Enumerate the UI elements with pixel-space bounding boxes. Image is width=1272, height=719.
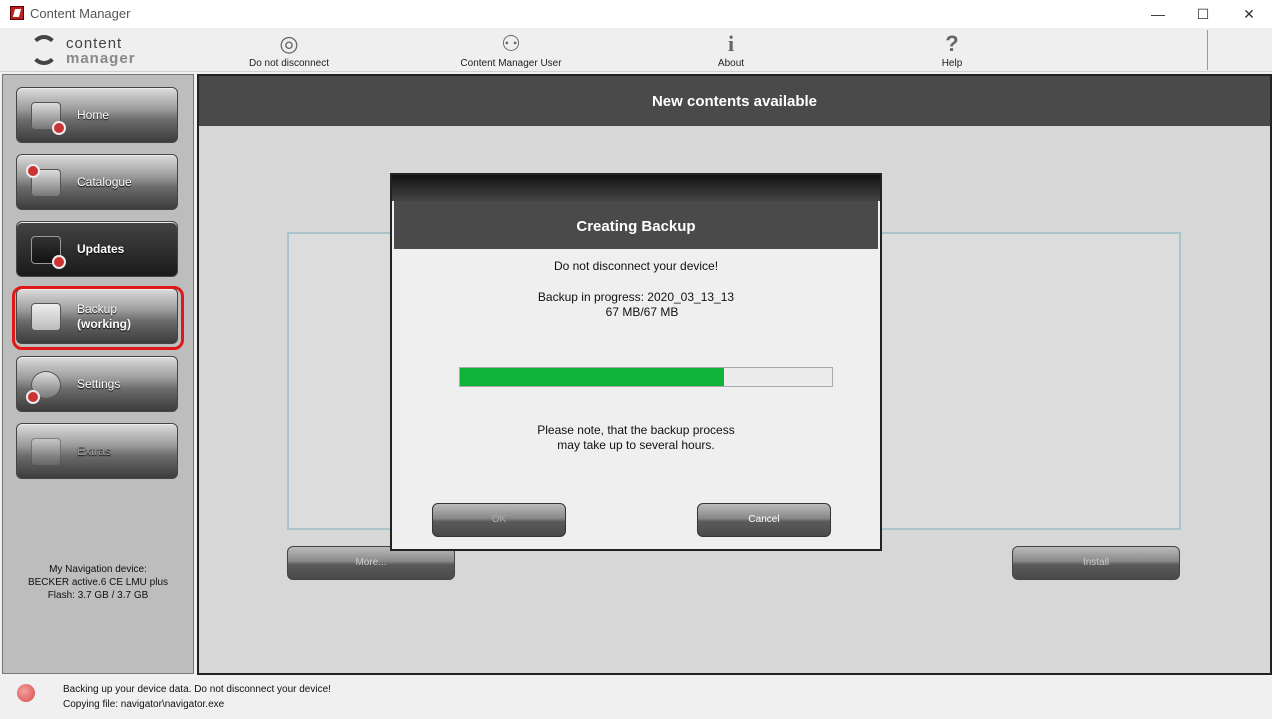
backup-progress-bar [459,367,833,387]
dialog-title: Creating Backup [394,201,878,249]
dialog-note-line2: may take up to several hours. [557,438,715,452]
backup-progress-size: 67 MB/67 MB [605,305,679,319]
help-icon: ? [945,31,959,56]
user-icon: ⚇ [501,31,521,56]
content-manager-user-button[interactable]: ⚇ Content Manager User [452,30,570,72]
sidebar-item-extras[interactable]: Extras [16,423,178,479]
sidebar-item-catalogue[interactable]: Catalogue [16,154,178,210]
more-button[interactable]: More... [287,546,455,580]
extras-star-icon [31,438,61,466]
help-label: Help [941,58,963,69]
window-title: Content Manager [30,6,131,21]
page-title: New contents available [199,76,1270,126]
progress-fill [460,368,725,386]
sidebar-item-label: Updates [77,242,125,256]
sidebar-item-settings[interactable]: Settings [16,356,178,412]
sidebar-item-label: Settings [77,377,121,391]
sidebar: Home Catalogue Updates Backup (working) … [2,74,194,674]
info-icon: i [727,31,735,56]
do-not-disconnect-button[interactable]: ◎ Do not disconnect [238,30,340,72]
dialog-top-bar [392,175,880,201]
install-button[interactable]: Install [1012,546,1180,580]
creating-backup-dialog: Creating Backup Do not disconnect your d… [390,173,882,551]
sidebar-item-label: Home [77,108,110,122]
app-icon [10,6,24,20]
cancel-button[interactable]: Cancel [697,503,831,537]
dialog-warning: Do not disconnect your device! [553,259,719,273]
maximize-button[interactable]: ☐ [1180,0,1226,28]
status-indicator-icon [17,684,35,702]
toolbar-divider [1207,30,1208,70]
status-bar: Backing up your device data. Do not disc… [0,676,1272,719]
device-flash: Flash: 3.7 GB / 3.7 GB [47,590,149,601]
about-label: About [717,58,745,69]
catalogue-icon [26,164,61,197]
sidebar-item-label: Catalogue [77,175,132,189]
content-manager-logo: content manager [30,33,140,69]
logo-refresh-icon [30,35,58,65]
settings-gear-icon [26,371,61,404]
disconnect-icon: ◎ [279,31,299,56]
backup-progress-label: Backup in progress: 2020_03_13_13 [537,290,735,304]
home-icon [31,102,66,135]
do-not-disconnect-label: Do not disconnect [248,58,330,69]
ok-button[interactable]: OK [432,503,566,537]
close-button[interactable]: ✕ [1226,0,1272,28]
device-heading: My Navigation device: [49,564,147,575]
top-toolbar: content manager ◎ Do not disconnect ⚇ Co… [0,28,1272,72]
sidebar-item-label: Extras [77,444,112,458]
minimize-button[interactable]: — [1135,0,1181,28]
updates-icon [31,236,66,269]
content-manager-user-label: Content Manager User [460,58,562,69]
logo-text-bottom: manager [66,50,136,67]
sidebar-item-updates[interactable]: Updates [16,221,178,277]
about-button[interactable]: i About [705,30,757,72]
device-info: My Navigation device: BECKER active.6 CE… [3,563,193,602]
sidebar-item-home[interactable]: Home [16,87,178,143]
dialog-note-line1: Please note, that the backup process [537,423,735,437]
backup-highlight-ring [12,286,184,350]
help-button[interactable]: ? Help [926,30,978,72]
device-model: BECKER active.6 CE LMU plus [27,577,169,588]
status-message: Backing up your device data. Do not disc… [63,684,331,695]
status-file: Copying file: navigator\navigator.exe [63,699,225,710]
title-bar: Content Manager — ☐ ✕ [0,0,1272,28]
